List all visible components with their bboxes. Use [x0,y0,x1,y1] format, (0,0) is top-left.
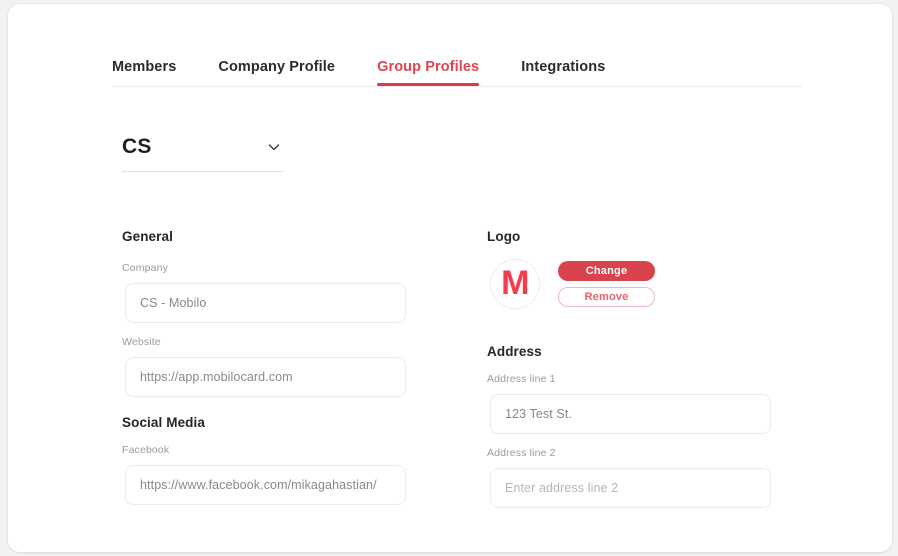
group-selector-value: CS [122,135,152,158]
tab-group-profiles[interactable]: Group Profiles [377,59,480,86]
logo-row: M Change Remove [490,259,655,309]
website-input[interactable] [125,357,406,397]
remove-logo-button[interactable]: Remove [558,287,655,307]
general-section-title: General [122,229,173,244]
address-line-1-input[interactable] [490,394,771,434]
social-media-section-title: Social Media [122,415,205,430]
chevron-down-icon [266,139,282,155]
group-selector-underline [122,170,284,172]
company-label: Company [122,262,168,274]
tab-company-profile[interactable]: Company Profile [218,59,335,86]
change-logo-button[interactable]: Change [558,261,655,281]
logo-actions: Change Remove [558,261,655,307]
left-column: General Company Website Social Media Fac… [122,229,412,505]
right-column: Logo M Change Remove Address Address lin… [487,229,777,508]
address-line-2-input[interactable] [490,468,771,508]
logo-avatar: M [490,259,540,309]
logo-letter: M [501,264,529,302]
tab-list: Members Company Profile Group Profiles I… [112,48,800,86]
tabs-divider [112,86,802,87]
tab-integrations[interactable]: Integrations [521,59,605,86]
website-label: Website [122,336,161,348]
address-section-title: Address [487,344,542,359]
settings-tabs: Members Company Profile Group Profiles I… [112,48,800,86]
facebook-input[interactable] [125,465,406,505]
logo-section-title: Logo [487,229,521,244]
settings-card: Members Company Profile Group Profiles I… [8,4,892,552]
facebook-label: Facebook [122,444,170,456]
company-input[interactable] [125,283,406,323]
group-selector[interactable]: CS [122,132,284,172]
address-line-2-label: Address line 2 [487,447,556,459]
address-line-1-label: Address line 1 [487,373,556,385]
tab-members[interactable]: Members [112,59,176,86]
